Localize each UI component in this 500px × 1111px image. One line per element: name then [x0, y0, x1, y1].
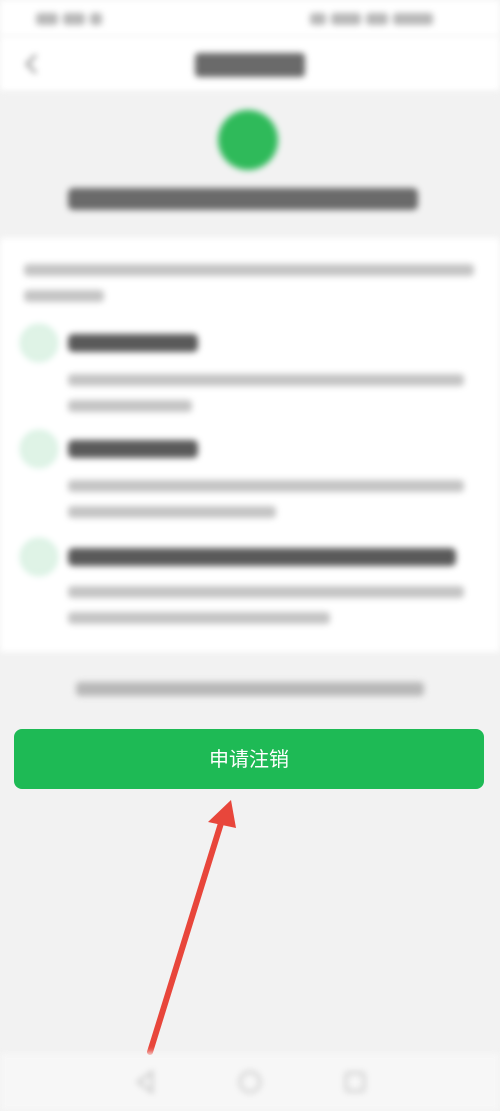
status-left-indicators — [36, 8, 116, 25]
arrow-shaft — [147, 817, 225, 1055]
agreement-note — [76, 682, 424, 696]
cancel-conditions-list — [0, 238, 500, 652]
system-nav-bar — [0, 1053, 500, 1111]
condition-desc — [68, 586, 464, 598]
condition-desc — [68, 374, 464, 386]
condition-title — [68, 334, 198, 352]
condition-desc — [68, 400, 192, 412]
intro-line — [24, 290, 104, 302]
arrow-head — [208, 800, 236, 828]
condition-check-icon — [20, 538, 58, 576]
status-bar — [0, 0, 500, 36]
intro-line — [24, 264, 474, 276]
hero-title — [68, 188, 418, 210]
page-title — [0, 50, 500, 80]
condition-check-icon — [20, 430, 58, 468]
status-right-indicators — [310, 8, 460, 25]
circle-home-icon[interactable] — [235, 1067, 265, 1097]
nav-bar — [0, 36, 500, 92]
apply-cancel-button[interactable]: 申请注销 — [14, 729, 484, 789]
condition-check-icon — [20, 324, 58, 362]
triangle-back-icon[interactable] — [130, 1067, 160, 1097]
condition-desc — [68, 480, 464, 492]
hero-section — [0, 92, 500, 238]
condition-desc — [68, 506, 276, 518]
condition-title — [68, 440, 198, 458]
condition-title — [68, 548, 456, 566]
account-icon — [218, 110, 278, 170]
square-recent-icon[interactable] — [340, 1067, 370, 1097]
condition-desc — [68, 612, 330, 624]
